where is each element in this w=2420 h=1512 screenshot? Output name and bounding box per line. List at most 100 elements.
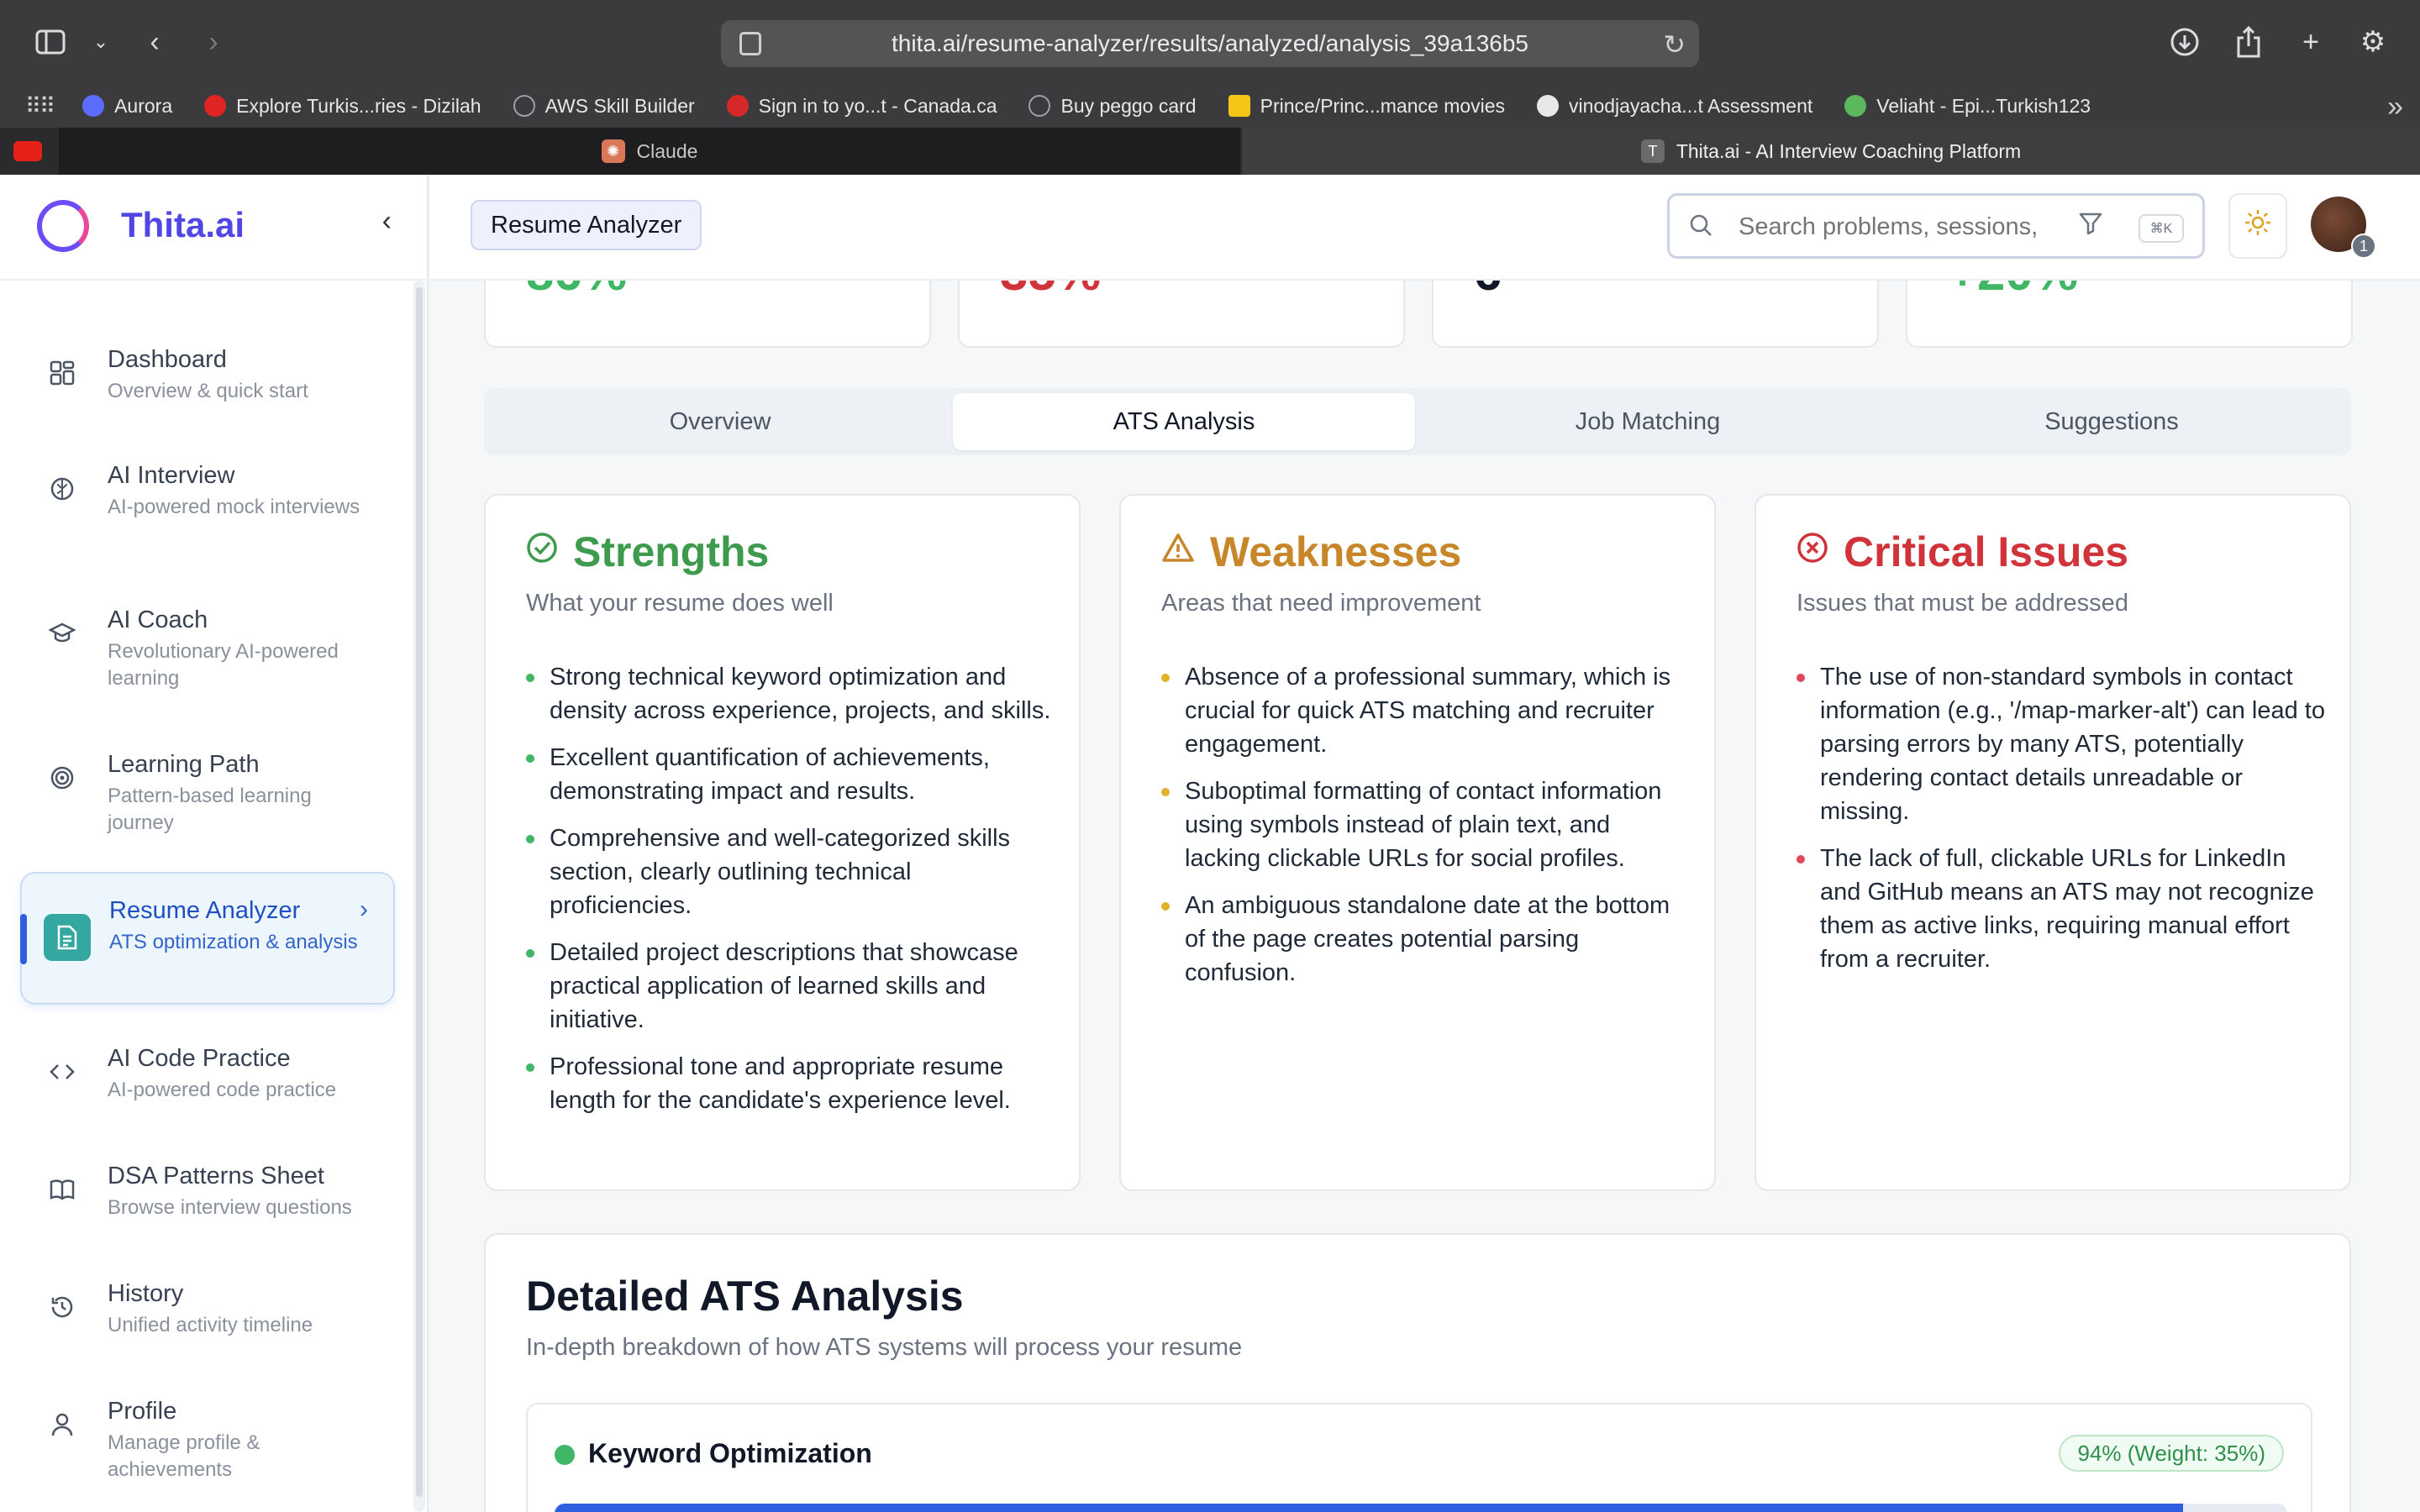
browser-tab-thita[interactable]: T Thita.ai - AI Interview Coaching Platf… [1242, 128, 2420, 175]
keyword-progress-track [555, 1504, 2287, 1512]
bookmarks-overflow-icon[interactable]: » [2387, 91, 2403, 123]
list-item-text: Excellent quantification of achievements… [550, 744, 990, 805]
history-icon [47, 1292, 77, 1322]
bookmark-item[interactable]: Prince/Princ...mance movies [1228, 95, 1505, 118]
thita-logo-icon[interactable] [37, 200, 89, 252]
collapse-sidebar-chevron-icon[interactable]: ‹ [382, 205, 392, 238]
sidebar: Thita.ai ‹ Dashboard Overview & quick st… [0, 175, 429, 1512]
sun-icon [2244, 208, 2272, 244]
tab-job-matching[interactable]: Job Matching [1417, 393, 1879, 450]
list-item-text: The lack of full, clickable URLs for Lin… [1820, 845, 2314, 973]
bookmark-item[interactable]: Buy peggo card [1028, 95, 1197, 118]
back-icon[interactable]: ‹ [134, 22, 175, 62]
sidebar-item-ai-interview[interactable]: AI Interview AI-powered mock interviews [20, 440, 395, 566]
score-badge: 94% (Weight: 35%) [2059, 1435, 2284, 1472]
share-icon[interactable] [2228, 22, 2269, 62]
browser-tab-claude[interactable]: ✺ Claude [59, 128, 1240, 175]
sidebar-item-dsa-patterns-sheet[interactable]: DSA Patterns Sheet Browse interview ques… [20, 1141, 395, 1242]
claude-favicon-icon: ✺ [601, 139, 625, 163]
tab-suggestions[interactable]: Suggestions [1881, 393, 2343, 450]
keyword-progress-fill [555, 1504, 2184, 1512]
critical-issues-card: Critical Issues Issues that must be addr… [1754, 494, 2351, 1191]
list-item: Professional tone and appropriate resume… [526, 1050, 1055, 1117]
chevron-down-icon[interactable]: ⌄ [81, 22, 121, 62]
bookmark-label: Prince/Princ...mance movies [1260, 94, 1506, 117]
list-item: Comprehensive and well-categorized skill… [526, 822, 1055, 922]
reload-icon[interactable]: ↻ [1663, 29, 1686, 60]
sidebar-item-resume-analyzer[interactable]: Resume Analyzer ATS optimization & analy… [20, 872, 395, 1005]
bullet-dot [526, 754, 534, 763]
github-icon [1537, 95, 1560, 117]
weaknesses-card: Weaknesses Areas that need improvement A… [1119, 494, 1716, 1191]
browser-chrome: ⌄ ‹ › thita.ai/resume-analyzer/results/a… [0, 0, 2420, 175]
brand-name[interactable]: Thita.ai [121, 205, 245, 245]
sidebar-toggle-icon[interactable] [30, 22, 71, 62]
sidebar-item-subtitle: AI-powered code practice [108, 1079, 337, 1101]
target-icon [47, 763, 77, 793]
site-info-icon[interactable] [739, 32, 761, 55]
list-item-text: Professional tone and appropriate resume… [550, 1053, 1011, 1114]
bookmark-label: Sign in to yo...t - Canada.ca [758, 94, 997, 117]
address-bar[interactable]: thita.ai/resume-analyzer/results/analyze… [721, 20, 1699, 67]
sidebar-item-subtitle: Browse interview questions [108, 1196, 352, 1219]
sidebar-item-history[interactable]: History Unified activity timeline [20, 1258, 395, 1359]
bookmark-item[interactable]: AWS Skill Builder [513, 95, 695, 118]
sidebar-item-ai-code-practice[interactable]: AI Code Practice AI-powered code practic… [20, 1023, 395, 1124]
forward-icon[interactable]: › [193, 22, 234, 62]
bullet-dot [1797, 674, 1805, 682]
tab-label: Thita.ai - AI Interview Coaching Platfor… [1676, 139, 2022, 162]
apps-grid-icon[interactable]: ⠿⠿ [25, 93, 55, 119]
check-circle-icon [526, 532, 558, 572]
list-item: The use of non-standard symbols in conta… [1797, 660, 2326, 828]
play-icon [1844, 95, 1867, 117]
sidebar-item-subtitle: Manage profile & achievements [108, 1431, 260, 1481]
strengths-list: Strong technical keyword optimization an… [526, 660, 1055, 1131]
list-item-text: Comprehensive and well-categorized skill… [550, 825, 1011, 919]
list-item: Suboptimal formatting of contact informa… [1161, 774, 1691, 875]
sidebar-item-subtitle: Overview & quick start [108, 380, 308, 402]
new-tab-icon[interactable]: + [2291, 22, 2331, 62]
notification-badge: 1 [2351, 234, 2376, 259]
document-icon [44, 914, 91, 961]
user-icon [47, 1410, 77, 1440]
bookmark-item[interactable]: Veliaht - Epi...Turkish123 [1844, 95, 2091, 118]
strengths-title: Strengths [526, 528, 769, 576]
bookmark-item[interactable]: Sign in to yo...t - Canada.ca [726, 94, 997, 118]
theme-toggle-button[interactable] [2228, 193, 2287, 259]
browser-tab-strip: ✺ Claude T Thita.ai - AI Interview Coach… [0, 128, 2420, 175]
stat-card: +20% [1906, 281, 2353, 348]
search-box[interactable]: ⌘K [1667, 193, 2205, 259]
critical-issues-title: Critical Issues [1797, 528, 2128, 576]
bookmark-label: vinodjayacha...t Assessment [1569, 94, 1813, 117]
detailed-analysis-subtitle: In-depth breakdown of how ATS systems wi… [526, 1334, 1243, 1361]
sidebar-item-ai-coach[interactable]: AI Coach Revolutionary AI-powered learni… [20, 585, 395, 711]
sidebar-item-subtitle: AI-powered mock interviews [108, 496, 360, 518]
sidebar-item-learning-path[interactable]: Learning Path Pattern-based learning jou… [20, 729, 395, 855]
bullet-dot [1797, 855, 1805, 864]
sidebar-item-dashboard[interactable]: Dashboard Overview & quick start [20, 323, 395, 423]
bookmark-label: AWS Skill Builder [544, 94, 695, 117]
tab-overview[interactable]: Overview [489, 393, 951, 450]
search-input[interactable] [1739, 209, 2075, 244]
sidebar-item-subtitle: ATS optimization & analysis [109, 931, 358, 953]
bookmark-item[interactable]: vinodjayacha...t Assessment [1537, 95, 1812, 118]
card-title-text: Weaknesses [1210, 528, 1462, 575]
bookmark-favicon-icon [82, 95, 105, 117]
bookmark-item[interactable]: Aurora [82, 95, 172, 118]
sidebar-item-profile[interactable]: Profile Manage profile & achievements [20, 1376, 395, 1502]
bookmark-item[interactable]: Explore Turkis...ries - Dizilah [204, 95, 481, 118]
weaknesses-title: Weaknesses [1161, 528, 1461, 576]
stat-card: 35% [958, 281, 1405, 348]
sidebar-item-subtitle: Unified activity timeline [108, 1314, 313, 1336]
tab-label: Claude [636, 139, 698, 162]
settings-gear-icon[interactable]: ⚙ [2353, 22, 2393, 62]
sidebar-scroll-thumb[interactable] [416, 287, 423, 1497]
filter-icon[interactable] [2078, 211, 2103, 243]
weaknesses-subtitle: Areas that need improvement [1161, 590, 1481, 617]
download-icon[interactable] [2165, 22, 2205, 62]
tab-ats-analysis[interactable]: ATS Analysis [953, 393, 1415, 450]
sidebar-item-subtitle: Pattern-based learning journey [108, 785, 312, 834]
youtube-pinned-tab-icon[interactable] [13, 141, 42, 161]
card-title-text: Strengths [573, 528, 770, 575]
bullet-dot [526, 949, 534, 958]
